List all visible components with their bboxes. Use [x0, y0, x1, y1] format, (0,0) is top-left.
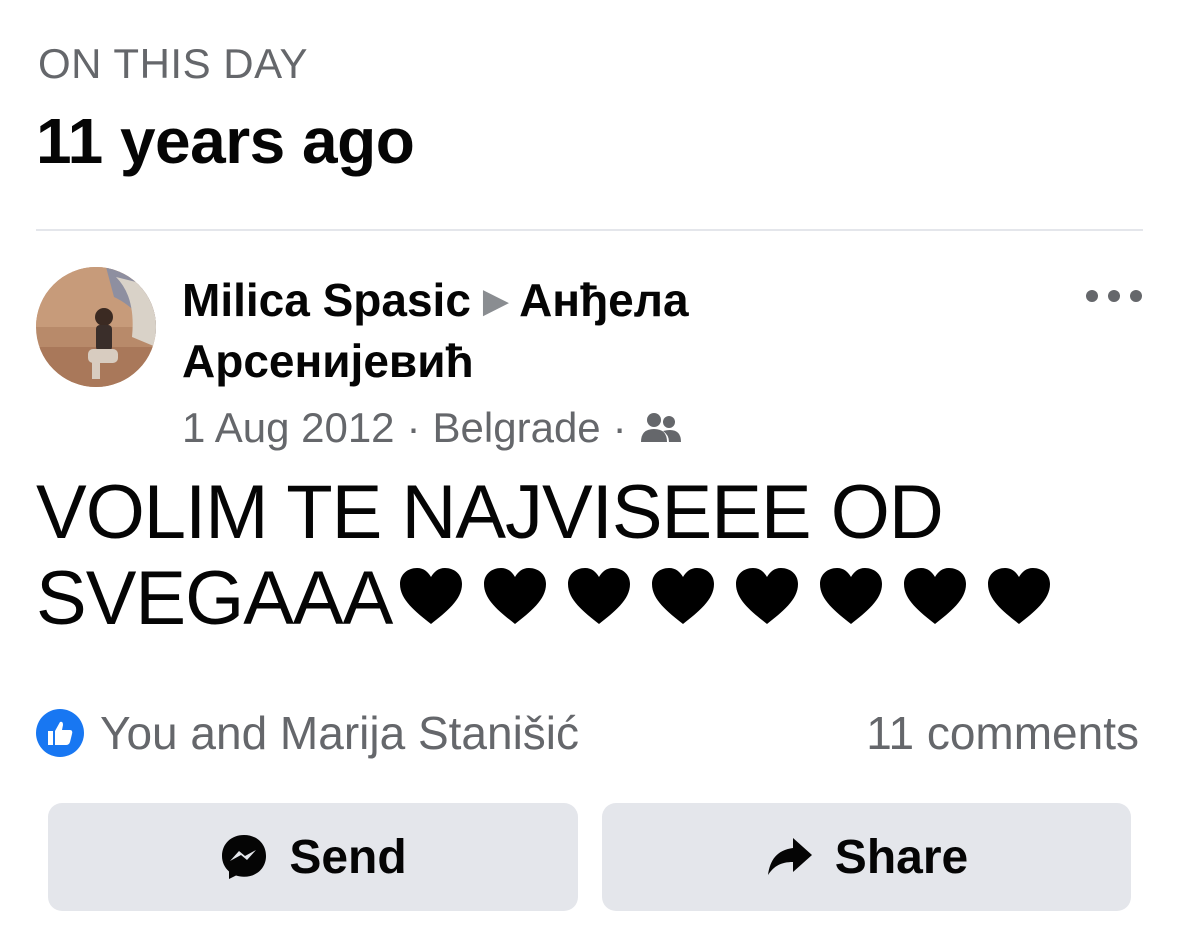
send-button[interactable]: Send: [48, 803, 578, 911]
heart-emojis: [398, 566, 1052, 626]
reactions-text: You and Marija Stanišić: [100, 707, 580, 759]
heart-icon: [904, 568, 967, 624]
send-label: Send: [289, 830, 407, 884]
post-text: VOLIM TE NAJVISEEE OD SVEGAAA: [36, 470, 1146, 642]
share-arrow-icon: [767, 838, 812, 875]
reactions-summary[interactable]: You and Marija Stanišić: [36, 706, 579, 760]
more-options-button[interactable]: [1086, 280, 1142, 312]
separator: ·: [406, 404, 421, 451]
avatar[interactable]: [36, 267, 156, 387]
separator: ·: [612, 404, 627, 451]
memory-title: 11 years ago: [36, 105, 415, 177]
heart-icon: [736, 568, 799, 624]
post-meta: 1 Aug 2012 · Belgrade ·: [182, 404, 683, 452]
messenger-icon: [222, 835, 267, 879]
dot-icon: [1108, 290, 1120, 302]
heart-icon: [484, 568, 547, 624]
share-label: Share: [834, 830, 969, 884]
friends-icon: [640, 413, 681, 442]
avatar-photo: [36, 267, 156, 387]
heart-icon: [568, 568, 631, 624]
post-header: Milica Spasic ▶ Анђела Арсенијевић: [182, 270, 922, 391]
dot-icon: [1086, 290, 1098, 302]
dot-icon: [1130, 290, 1142, 302]
arrow-right-icon: ▶: [482, 282, 510, 320]
comments-count[interactable]: 11 comments: [866, 706, 1139, 760]
heart-icon: [820, 568, 883, 624]
share-button[interactable]: Share: [602, 803, 1131, 911]
author-name[interactable]: Milica Spasic: [182, 274, 471, 326]
like-icon: [36, 709, 84, 757]
heart-icon: [400, 568, 463, 624]
heart-icon: [988, 568, 1051, 624]
heart-icon: [652, 568, 715, 624]
post-location[interactable]: Belgrade: [433, 404, 601, 452]
on-this-day-label: ON THIS DAY: [38, 40, 308, 87]
post-date[interactable]: 1 Aug 2012: [182, 404, 395, 452]
divider: [36, 229, 1143, 231]
